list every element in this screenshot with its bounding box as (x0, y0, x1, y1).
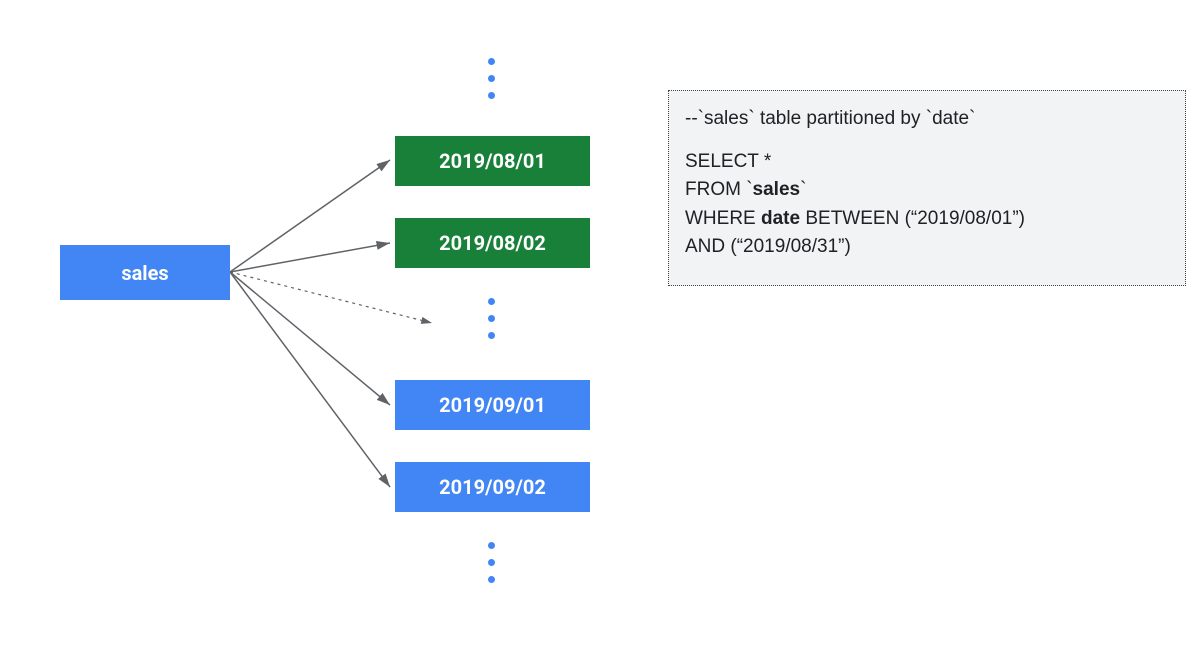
partition-box-2019-08-02: 2019/08/02 (395, 218, 590, 268)
partition-label: 2019/08/02 (439, 231, 546, 255)
source-table-label: sales (121, 261, 168, 285)
sql-line-select: SELECT * (685, 148, 1169, 177)
partition-box-2019-09-01: 2019/09/01 (395, 380, 590, 430)
partition-label: 2019/08/01 (439, 149, 546, 173)
sql-query-panel: --`sales` table partitioned by `date` SE… (668, 90, 1186, 286)
sql-comment: --`sales` table partitioned by `date` (685, 105, 1169, 134)
sql-line-from: FROM `sales` (685, 176, 1169, 205)
diagram-canvas: sales 2019/08/01 2019/08/02 2019/09/01 2… (0, 0, 1200, 650)
partition-label: 2019/09/01 (439, 393, 546, 417)
partition-box-2019-08-01: 2019/08/01 (395, 136, 590, 186)
source-table-box: sales (60, 245, 230, 300)
partition-box-2019-09-02: 2019/09/02 (395, 462, 590, 512)
partition-label: 2019/09/02 (439, 475, 546, 499)
sql-line-and: AND (“2019/08/31”) (685, 233, 1169, 262)
ellipsis-dots-top (488, 58, 495, 99)
ellipsis-dots-bottom (488, 542, 495, 583)
sql-line-where: WHERE date BETWEEN (“2019/08/01”) (685, 205, 1169, 234)
ellipsis-dots-middle (488, 298, 495, 339)
